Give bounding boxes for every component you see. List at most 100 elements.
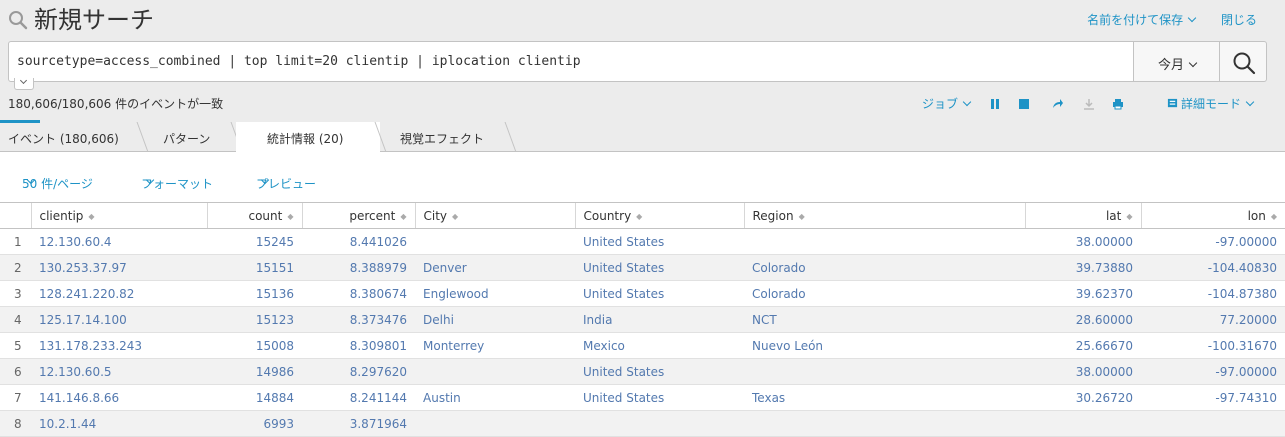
cell-clientip[interactable]: 141.146.8.66 xyxy=(31,384,207,411)
preview-menu[interactable]: プレビュー xyxy=(256,175,316,191)
cell-lat[interactable]: 28.60000 xyxy=(1025,306,1141,333)
mode-label: 詳細モード xyxy=(1181,97,1242,111)
close-link[interactable]: 閉じる xyxy=(1221,11,1257,28)
table-row: 2 130.253.37.97 15151 8.388979 Denver Un… xyxy=(0,254,1285,281)
format-menu[interactable]: フォーマット xyxy=(141,175,213,191)
save-as-menu[interactable]: 名前を付けて保存 xyxy=(1087,11,1197,28)
cell-percent[interactable]: 8.373476 xyxy=(302,306,415,333)
header-country[interactable]: Country ◆ xyxy=(574,202,744,229)
cell-clientip[interactable]: 128.241.220.82 xyxy=(31,280,207,307)
per-page-menu[interactable]: 50 件/ページ xyxy=(22,175,93,191)
header-count[interactable]: count ◆ xyxy=(206,202,302,229)
cell-city[interactable]: Englewood xyxy=(415,280,575,307)
cell-clientip[interactable]: 10.2.1.44 xyxy=(31,410,207,437)
header-city[interactable]: City ◆ xyxy=(414,202,575,229)
cell-lon[interactable] xyxy=(1141,410,1285,437)
chevron-down-icon xyxy=(1245,97,1255,107)
cell-lat[interactable]: 30.26720 xyxy=(1025,384,1141,411)
cell-lon[interactable]: -104.40830 xyxy=(1141,254,1285,281)
cell-city[interactable]: Delhi xyxy=(415,306,575,333)
cell-country[interactable]: United States xyxy=(575,358,744,385)
cell-city[interactable] xyxy=(415,358,575,385)
cell-clientip[interactable]: 12.130.60.5 xyxy=(31,358,207,385)
search-icon xyxy=(9,11,28,30)
cell-lon[interactable]: -100.31670 xyxy=(1141,332,1285,359)
cell-count[interactable]: 6993 xyxy=(207,410,302,437)
search-button[interactable] xyxy=(1219,41,1267,82)
cell-count[interactable]: 14884 xyxy=(207,384,302,411)
cell-lon[interactable]: -97.74310 xyxy=(1141,384,1285,411)
header-lon[interactable]: lon ◆ xyxy=(1140,202,1285,229)
cell-country[interactable]: United States xyxy=(575,254,744,281)
header-lat[interactable]: lat ◆ xyxy=(1024,202,1141,229)
search-mode-menu[interactable]: 詳細モード xyxy=(1167,95,1255,112)
tab-events[interactable]: イベント (180,606) xyxy=(8,122,119,152)
cell-city[interactable]: Denver xyxy=(415,254,575,281)
header-percent[interactable]: percent ◆ xyxy=(301,202,415,229)
cell-region[interactable]: Texas xyxy=(744,384,1025,411)
cell-lat[interactable]: 39.62370 xyxy=(1025,280,1141,307)
cell-lon[interactable]: 77.20000 xyxy=(1141,306,1285,333)
job-menu[interactable]: ジョブ xyxy=(922,95,972,112)
header-clientip[interactable]: clientip ◆ xyxy=(30,202,207,229)
cell-city[interactable] xyxy=(415,410,575,437)
share-icon[interactable] xyxy=(1052,98,1064,110)
time-range-picker[interactable]: 今月 xyxy=(1133,41,1220,82)
header-label: lat xyxy=(1105,208,1122,223)
stop-icon[interactable] xyxy=(1018,98,1030,110)
expand-search-toggle[interactable] xyxy=(14,76,34,90)
header-region[interactable]: Region ◆ xyxy=(743,202,1025,229)
tab-statistics[interactable]: 統計情報 (20) xyxy=(236,122,380,152)
cell-clientip[interactable]: 130.253.37.97 xyxy=(31,254,207,281)
cell-count[interactable]: 15151 xyxy=(207,254,302,281)
cell-percent[interactable]: 8.441026 xyxy=(302,228,415,255)
cell-lat[interactable]: 25.66670 xyxy=(1025,332,1141,359)
cell-percent[interactable]: 8.380674 xyxy=(302,280,415,307)
title-actions: 名前を付けて保存 閉じる xyxy=(1065,11,1257,28)
cell-region[interactable] xyxy=(744,358,1025,385)
cell-country[interactable]: United States xyxy=(575,384,744,411)
cell-percent[interactable]: 3.871964 xyxy=(302,410,415,437)
cell-country[interactable]: United States xyxy=(575,280,744,307)
cell-count[interactable]: 15123 xyxy=(207,306,302,333)
cell-percent[interactable]: 8.297620 xyxy=(302,358,415,385)
cell-lat[interactable] xyxy=(1025,410,1141,437)
cell-region[interactable]: Nuevo León xyxy=(744,332,1025,359)
cell-lat[interactable]: 38.00000 xyxy=(1025,358,1141,385)
header-label: City xyxy=(423,208,448,223)
print-icon[interactable] xyxy=(1112,98,1124,110)
cell-lon[interactable]: -97.00000 xyxy=(1141,358,1285,385)
cell-percent[interactable]: 8.241144 xyxy=(302,384,415,411)
results-panel: 50 件/ページ フォーマット プレビュー clientip ◆ count ◆ p… xyxy=(0,152,1285,437)
tab-visualization[interactable]: 視覚エフェクト xyxy=(400,122,484,152)
cell-region[interactable]: Colorado xyxy=(744,280,1025,307)
cell-region[interactable] xyxy=(744,228,1025,255)
cell-count[interactable]: 15008 xyxy=(207,332,302,359)
cell-count[interactable]: 15245 xyxy=(207,228,302,255)
cell-region[interactable]: NCT xyxy=(744,306,1025,333)
cell-country[interactable]: India xyxy=(575,306,744,333)
cell-city[interactable]: Monterrey xyxy=(415,332,575,359)
cell-country[interactable]: Mexico xyxy=(575,332,744,359)
search-input[interactable]: sourcetype=access_combined | top limit=2… xyxy=(8,41,1135,82)
cell-clientip[interactable]: 12.130.60.4 xyxy=(31,228,207,255)
cell-lat[interactable]: 38.00000 xyxy=(1025,228,1141,255)
cell-city[interactable] xyxy=(415,228,575,255)
cell-percent[interactable]: 8.388979 xyxy=(302,254,415,281)
cell-city[interactable]: Austin xyxy=(415,384,575,411)
cell-region[interactable] xyxy=(744,410,1025,437)
cell-count[interactable]: 15136 xyxy=(207,280,302,307)
cell-clientip[interactable]: 125.17.14.100 xyxy=(31,306,207,333)
cell-lon[interactable]: -97.00000 xyxy=(1141,228,1285,255)
cell-lat[interactable]: 39.73880 xyxy=(1025,254,1141,281)
cell-lon[interactable]: -104.87380 xyxy=(1141,280,1285,307)
pause-icon[interactable] xyxy=(989,98,1001,110)
cell-percent[interactable]: 8.309801 xyxy=(302,332,415,359)
page-title: 新規サーチ xyxy=(34,6,154,34)
cell-region[interactable]: Colorado xyxy=(744,254,1025,281)
cell-country[interactable]: United States xyxy=(575,228,744,255)
cell-count[interactable]: 14986 xyxy=(207,358,302,385)
tab-patterns[interactable]: パターン xyxy=(163,122,210,152)
cell-country[interactable] xyxy=(575,410,744,437)
cell-clientip[interactable]: 131.178.233.243 xyxy=(31,332,207,359)
